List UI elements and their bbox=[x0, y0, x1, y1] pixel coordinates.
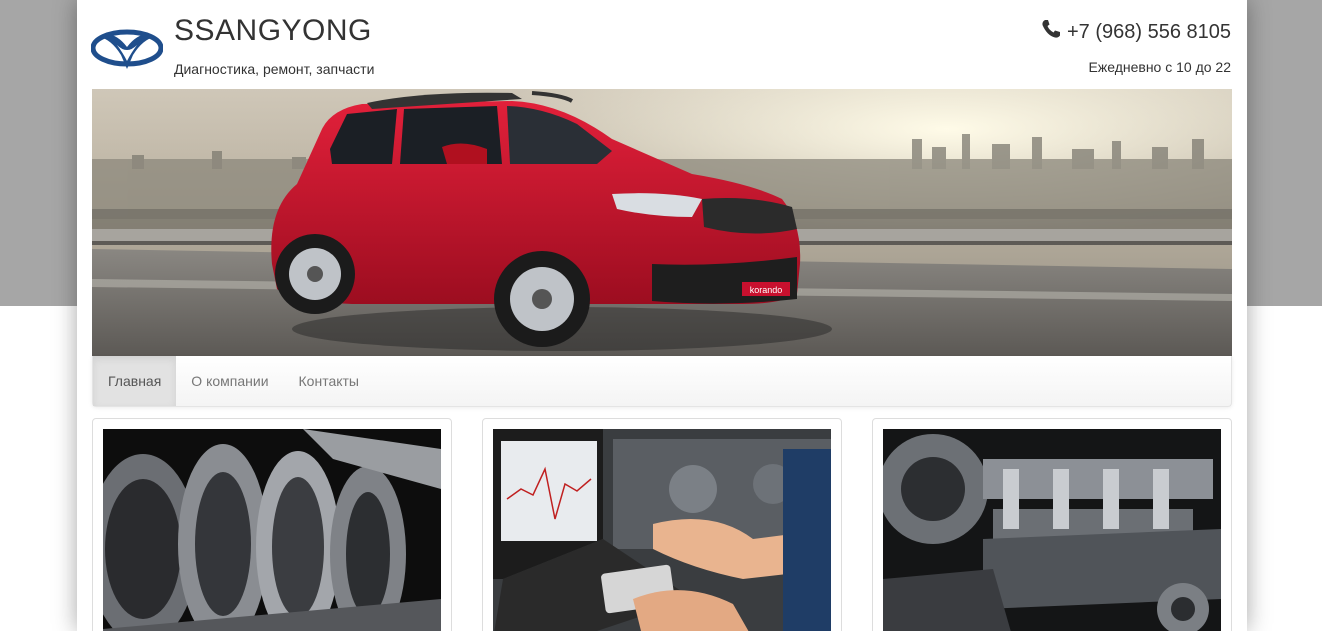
phone-block: +7 (968) 556 8105 bbox=[1041, 19, 1231, 45]
ssangyong-logo-icon[interactable] bbox=[90, 25, 164, 71]
nav-item-home[interactable]: Главная bbox=[93, 356, 177, 406]
nav-item-contacts[interactable]: Контакты bbox=[284, 356, 374, 406]
service-card-diagnostics[interactable] bbox=[482, 418, 842, 631]
hero-banner: korando bbox=[92, 89, 1232, 356]
working-hours: Ежедневно с 10 до 22 bbox=[1088, 59, 1231, 75]
site-header: SSANGYONG Диагностика, ремонт, запчасти … bbox=[77, 0, 1247, 89]
page-container: SSANGYONG Диагностика, ремонт, запчасти … bbox=[77, 0, 1247, 631]
brand-tagline: Диагностика, ремонт, запчасти bbox=[174, 61, 375, 77]
engine-bay-photo[interactable] bbox=[883, 429, 1221, 631]
brand-title[interactable]: SSANGYONG bbox=[174, 14, 372, 48]
transmission-gears-photo[interactable] bbox=[103, 429, 441, 631]
service-card-transmission[interactable] bbox=[92, 418, 452, 631]
service-card-engine[interactable] bbox=[872, 418, 1232, 631]
nav-item-about[interactable]: О компании bbox=[176, 356, 283, 406]
laptop-diagnostics-photo[interactable] bbox=[493, 429, 831, 631]
phone-icon bbox=[1041, 19, 1061, 45]
main-navbar: Главная О компании Контакты bbox=[92, 356, 1232, 407]
phone-number[interactable]: +7 (968) 556 8105 bbox=[1067, 21, 1231, 44]
korando-plate: korando bbox=[750, 285, 783, 295]
